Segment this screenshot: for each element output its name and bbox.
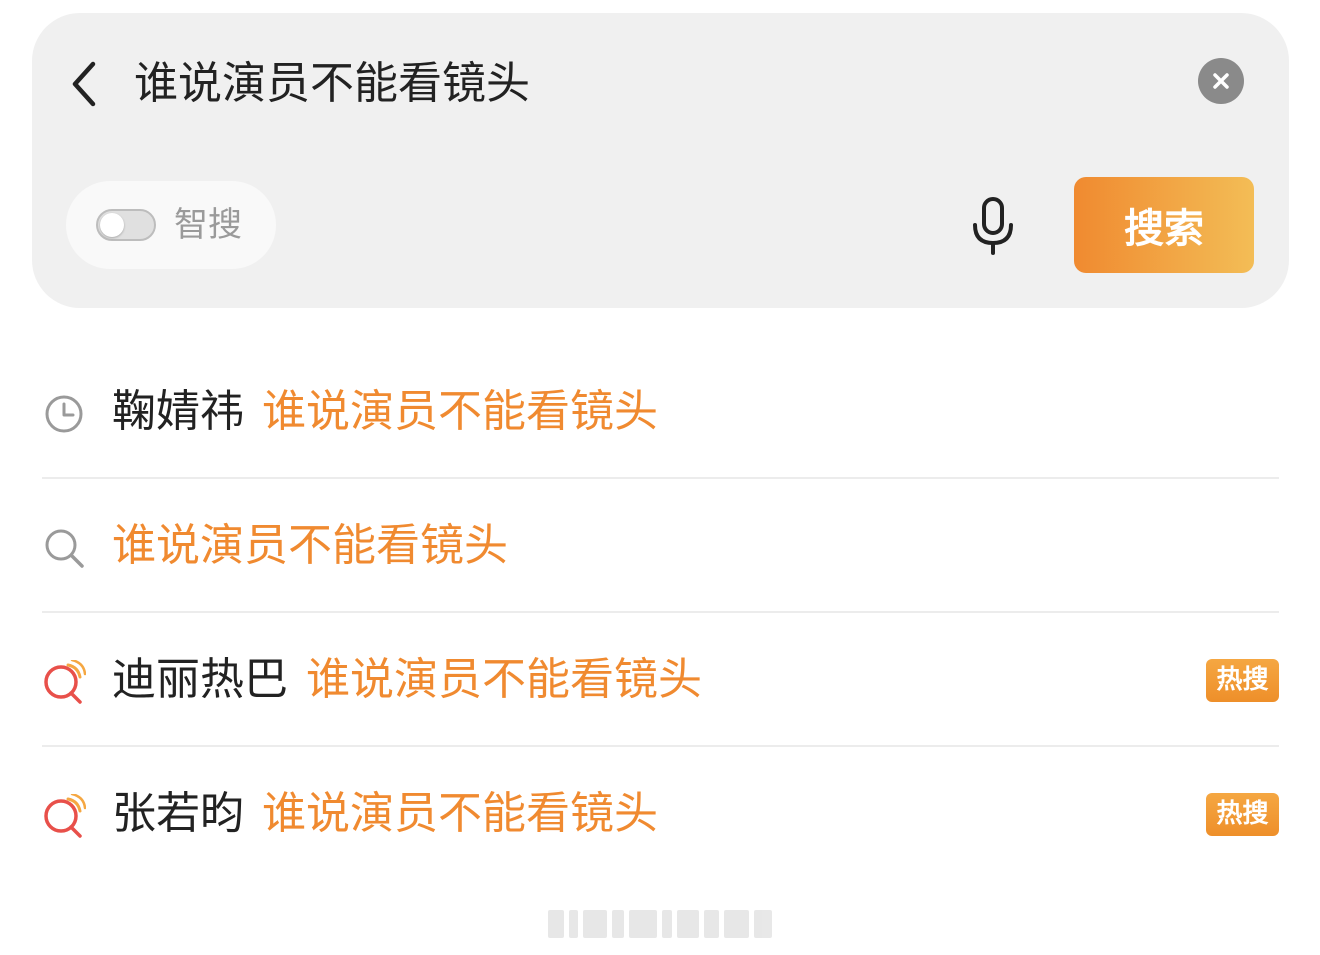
search-button[interactable]: 搜索 xyxy=(1074,177,1254,273)
watermark xyxy=(548,905,772,943)
close-icon xyxy=(1213,73,1229,89)
suggestion-match: 谁说演员不能看镜头 xyxy=(262,788,658,839)
divider xyxy=(42,477,1279,479)
suggestion-item[interactable]: 鞠婧祎 谁说演员不能看镜头 xyxy=(42,362,1279,462)
suggestion-text: 张若昀 谁说演员不能看镜头 xyxy=(112,764,658,864)
suggestion-text: 鞠婧祎 谁说演员不能看镜头 xyxy=(112,362,658,462)
smart-search-toggle[interactable]: 智搜 xyxy=(66,181,276,269)
toggle-switch[interactable] xyxy=(96,209,156,241)
microphone-icon xyxy=(973,197,1013,255)
suggestion-prefix: 张若昀 xyxy=(112,788,244,839)
suggestion-prefix: 鞠婧祎 xyxy=(112,386,244,437)
suggestion-item[interactable]: 张若昀 谁说演员不能看镜头 热搜 xyxy=(42,764,1279,864)
hot-search-badge: 热搜 xyxy=(1206,793,1279,836)
suggestion-prefix: 迪丽热巴 xyxy=(112,654,288,705)
suggestion-match: 谁说演员不能看镜头 xyxy=(306,654,702,705)
hot-search-icon xyxy=(44,794,86,838)
voice-search-button[interactable] xyxy=(962,192,1024,260)
history-clock-icon xyxy=(45,395,83,433)
suggestion-text: 迪丽热巴 谁说演员不能看镜头 xyxy=(112,630,702,730)
divider xyxy=(42,611,1279,613)
suggestion-match: 谁说演员不能看镜头 xyxy=(112,520,508,571)
toggle-knob xyxy=(100,213,124,237)
suggestion-text: 谁说演员不能看镜头 xyxy=(112,496,508,596)
back-button[interactable] xyxy=(60,52,108,116)
search-input[interactable]: 谁说演员不能看镜头 xyxy=(134,52,530,116)
suggestion-item[interactable]: 谁说演员不能看镜头 xyxy=(42,496,1279,596)
divider xyxy=(42,745,1279,747)
suggestion-item[interactable]: 迪丽热巴 谁说演员不能看镜头 热搜 xyxy=(42,630,1279,730)
hot-search-badge: 热搜 xyxy=(1206,659,1279,702)
clear-input-button[interactable] xyxy=(1198,58,1244,104)
suggestion-match: 谁说演员不能看镜头 xyxy=(262,386,658,437)
hot-search-icon xyxy=(44,660,86,704)
chevron-left-icon xyxy=(72,61,96,107)
smart-search-label: 智搜 xyxy=(174,205,242,245)
search-icon xyxy=(45,529,84,568)
